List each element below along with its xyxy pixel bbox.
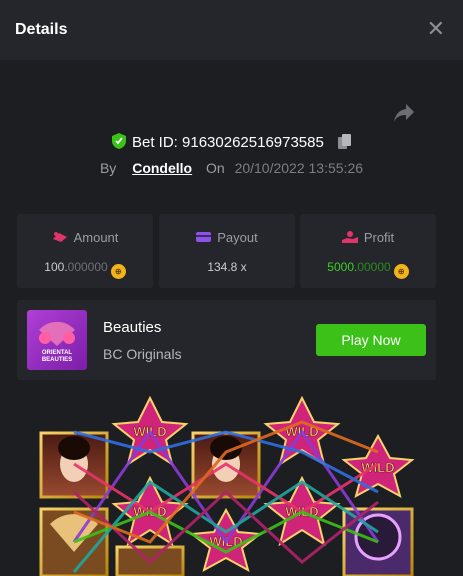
coin-icon: ⊕ <box>110 264 126 279</box>
bet-id-value: 91630262516973585 <box>182 134 324 151</box>
user-link[interactable]: Condello <box>132 160 192 176</box>
profit-value: 5000.00000 ⊕ <box>300 260 436 279</box>
details-header: Details ✕ <box>0 0 463 60</box>
payout-value: 134.8 x <box>207 260 247 274</box>
bet-byline: By Condello On 20/10/2022 13:55:26 <box>0 160 463 176</box>
profit-icon <box>341 231 358 243</box>
profit-label-row: Profit <box>300 230 436 245</box>
copy-icon[interactable] <box>338 134 352 149</box>
amount-label: Amount <box>73 230 119 245</box>
payout-label-row: Payout <box>159 230 295 245</box>
amount-value-decimals: 000000 <box>67 260 108 274</box>
amount-icon <box>52 232 67 242</box>
details-title: Details <box>15 21 68 38</box>
amount-label-row: Amount <box>17 230 153 245</box>
profit-value-decimals: 00000 <box>357 260 391 274</box>
on-label: On <box>205 160 225 176</box>
amount-value-main: 100. <box>44 260 68 274</box>
symbol-wild: WILD <box>341 433 415 499</box>
by-label: By <box>99 160 117 176</box>
game-provider: BC Originals <box>103 346 182 362</box>
payout-card: Payout 134.8 x <box>159 214 295 288</box>
slot-reels: WILD WILD WILD WILD WILD WILD <box>39 395 415 576</box>
bet-id-label: Bet ID: <box>131 134 178 151</box>
bet-id-row: Bet ID: 91630262516973585 <box>0 133 463 151</box>
bet-date: 20/10/2022 13:55:26 <box>234 160 364 176</box>
shield-icon <box>111 133 126 149</box>
game-card: ORIENTAL BEAUTIES Beauties BC Originals … <box>17 300 436 380</box>
play-now-button[interactable]: Play Now <box>316 324 426 356</box>
amount-value: 100.000000 ⊕ <box>17 260 153 279</box>
amount-card: Amount 100.000000 ⊕ <box>17 214 153 288</box>
game-thumbnail-text: ORIENTAL BEAUTIES <box>41 350 73 363</box>
game-thumbnail[interactable]: ORIENTAL BEAUTIES <box>27 310 87 370</box>
share-icon[interactable] <box>392 102 416 124</box>
profit-value-main: 5000. <box>327 260 358 274</box>
profit-card: Profit 5000.00000 ⊕ <box>300 214 436 288</box>
close-icon[interactable]: ✕ <box>427 18 445 40</box>
profit-label: Profit <box>363 230 395 245</box>
game-name: Beauties <box>103 319 162 336</box>
payout-icon <box>196 232 212 242</box>
coin-icon: ⊕ <box>393 264 409 279</box>
payout-label: Payout <box>217 230 258 245</box>
